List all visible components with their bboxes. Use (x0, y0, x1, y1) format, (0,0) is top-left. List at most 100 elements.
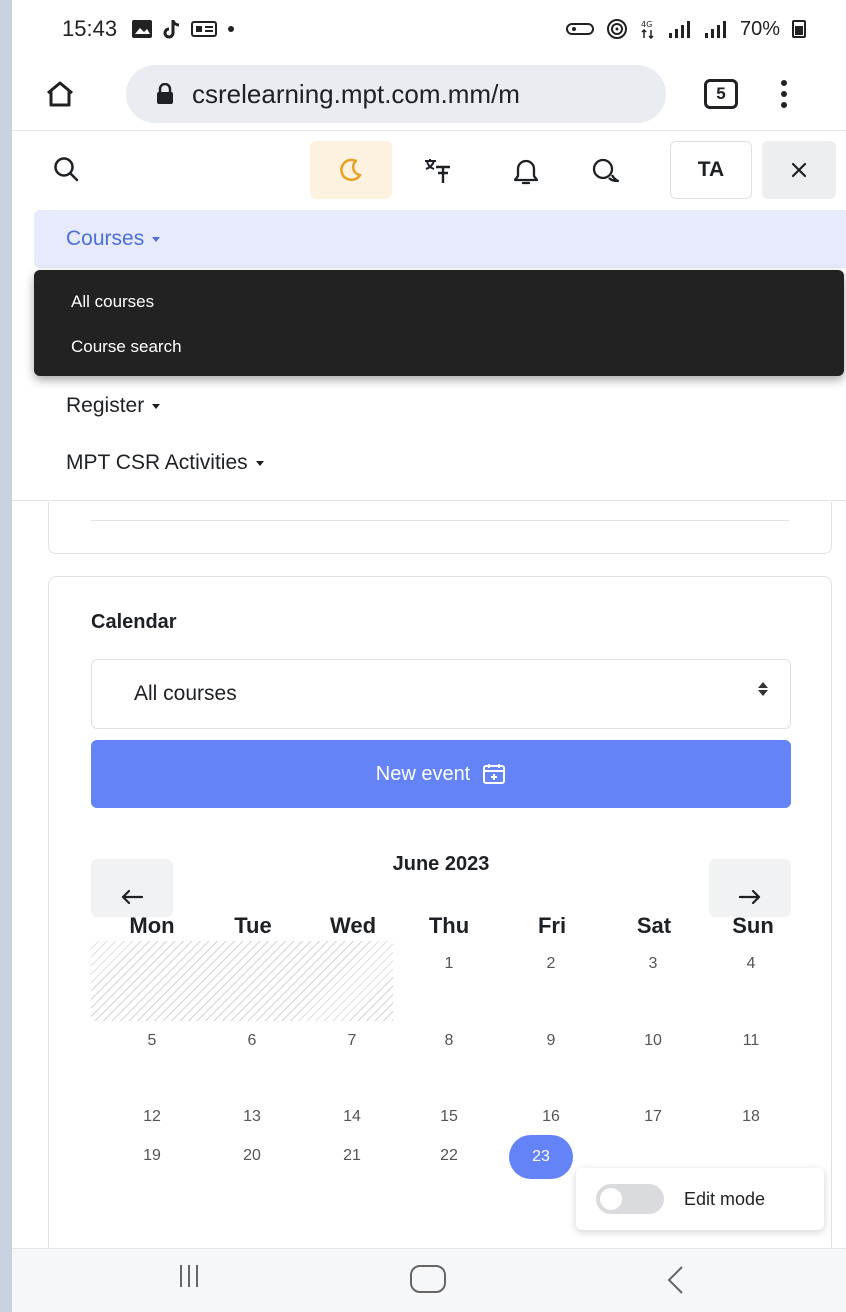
drawer-divider (12, 500, 846, 501)
tiktok-icon (163, 20, 180, 39)
calendar-day[interactable]: 2 (521, 955, 581, 973)
dropdown-item-all-courses[interactable]: All courses (71, 292, 154, 312)
tab-switcher-button[interactable]: 5 (704, 79, 738, 109)
messages-button[interactable] (582, 149, 630, 193)
dropdown-item-course-search[interactable]: Course search (71, 337, 182, 357)
close-menu-button[interactable] (762, 141, 836, 199)
calendar-day[interactable]: 5 (122, 1032, 182, 1050)
nav-drawer: Courses All courses Course search Regist… (12, 210, 846, 502)
arrow-left-icon (121, 889, 143, 905)
divider (91, 520, 789, 521)
signal-icon-2 (704, 21, 726, 38)
nav-item-courses[interactable]: Courses (34, 210, 846, 268)
language-button[interactable] (412, 149, 462, 193)
calendar-day[interactable]: 13 (222, 1108, 282, 1126)
home-nav-button[interactable] (410, 1265, 446, 1293)
calendar-day[interactable]: 12 (122, 1108, 182, 1126)
status-bar: 15:43 4G 70% (12, 0, 846, 58)
calendar-day[interactable]: 18 (721, 1108, 781, 1126)
chat-icon (592, 158, 620, 183)
new-event-label: New event (375, 762, 471, 785)
home-button[interactable] (38, 72, 82, 116)
edit-mode-label: Edit mode (684, 1188, 766, 1209)
close-icon (791, 162, 807, 178)
caret-down-icon (255, 460, 264, 466)
svg-text:4G: 4G (641, 20, 652, 29)
toggle-switch[interactable] (596, 1184, 664, 1214)
calendar-day[interactable]: 8 (419, 1032, 479, 1050)
gallery-icon (132, 20, 153, 38)
status-time: 15:43 (62, 16, 118, 41)
data-4g-icon: 4G (641, 20, 654, 39)
system-nav-bar (12, 1248, 846, 1312)
dot-icon (228, 26, 235, 32)
battery-icon (792, 20, 806, 38)
nav-item-register[interactable]: Register (66, 394, 161, 418)
back-button[interactable] (666, 1265, 686, 1300)
battery-percent: 70% (739, 17, 780, 40)
back-icon (667, 1266, 683, 1294)
home-icon (47, 81, 73, 107)
app-notification-icon (191, 21, 218, 37)
search-button[interactable] (52, 155, 80, 188)
calendar-day[interactable]: 14 (322, 1108, 382, 1126)
phone-screen: 15:43 4G 70% csrelearning.mpt.com.mm/m 5… (12, 0, 846, 1312)
calendar-day[interactable]: 22 (419, 1147, 479, 1165)
weekday-header: Mon (129, 913, 175, 938)
calendar-day[interactable]: 9 (521, 1032, 581, 1050)
signal-icon-1 (668, 21, 690, 38)
calendar-day[interactable]: 11 (721, 1032, 781, 1050)
new-event-button[interactable]: New event (91, 740, 791, 808)
app-navbar: TA (12, 130, 846, 210)
weekday-header: Tue (234, 913, 272, 938)
calendar-day[interactable]: 17 (623, 1108, 683, 1126)
calendar-day[interactable]: 4 (721, 955, 781, 973)
browser-menu-button[interactable] (774, 80, 794, 108)
language-icon (425, 159, 450, 183)
notifications-button[interactable] (504, 149, 548, 193)
calendar-day[interactable]: 6 (222, 1032, 282, 1050)
lock-icon (156, 83, 174, 105)
address-bar[interactable]: csrelearning.mpt.com.mm/m (126, 65, 666, 123)
previous-month-button[interactable] (91, 859, 173, 917)
course-filter-select[interactable]: All courses (91, 659, 791, 729)
arrow-right-icon (739, 889, 761, 905)
caret-down-icon (152, 403, 161, 409)
url-text: csrelearning.mpt.com.mm/m (192, 78, 520, 109)
weekday-header: Fri (537, 913, 567, 938)
hotspot-icon (606, 19, 627, 39)
weekday-header: Sun (732, 913, 774, 938)
weekday-header: Sat (636, 913, 672, 938)
calendar-day[interactable]: 7 (322, 1032, 382, 1050)
nav-item-courses-label: Courses (66, 227, 145, 250)
calendar-day[interactable]: 19 (122, 1147, 182, 1165)
course-filter-value: All courses (134, 682, 237, 705)
calendar-day-today[interactable]: 23 (509, 1135, 573, 1179)
nav-item-mpt-label: MPT CSR Activities (66, 451, 248, 474)
recent-apps-button[interactable] (180, 1265, 198, 1287)
weekday-header: Thu (428, 913, 470, 938)
calendar-day[interactable]: 20 (222, 1147, 282, 1165)
courses-dropdown-menu: All courses Course search (34, 270, 844, 376)
notification-icons (131, 19, 235, 39)
nav-item-register-label: Register (66, 394, 145, 417)
calendar-day[interactable]: 3 (623, 955, 683, 973)
caret-down-icon (152, 236, 161, 242)
weekday-header: Wed (329, 913, 377, 938)
vpn-key-icon (565, 23, 594, 35)
browser-toolbar: csrelearning.mpt.com.mm/m 5 (12, 58, 846, 130)
calendar-day[interactable]: 1 (419, 955, 479, 973)
user-avatar-button[interactable]: TA (670, 141, 752, 199)
previous-month-days-placeholder (91, 941, 393, 1021)
nav-item-mpt-csr-activities[interactable]: MPT CSR Activities (66, 451, 264, 475)
calendar-day[interactable]: 15 (419, 1108, 479, 1126)
next-month-button[interactable] (709, 859, 791, 917)
dark-mode-button[interactable] (310, 141, 392, 199)
calendar-day[interactable]: 21 (322, 1147, 382, 1165)
calendar-day[interactable]: 16 (521, 1108, 581, 1126)
calendar-block: Calendar All courses New event June 2023… (48, 576, 832, 1256)
status-indicators: 4G 70% (565, 17, 806, 41)
calendar-day[interactable]: 10 (623, 1032, 683, 1050)
calendar-title: Calendar (91, 611, 177, 633)
edit-mode-toggle[interactable]: Edit mode (576, 1168, 824, 1230)
